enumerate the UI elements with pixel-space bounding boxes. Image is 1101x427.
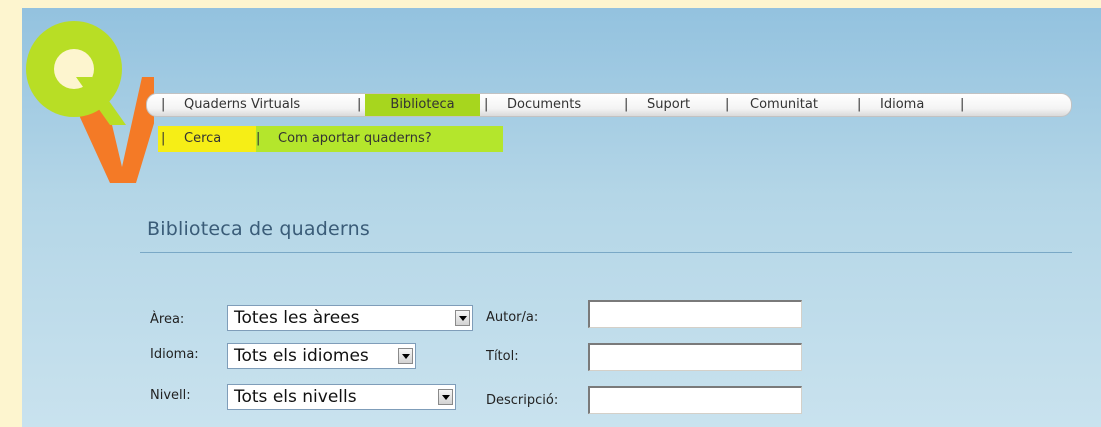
main-navigation: | Quaderns Virtuals | Biblioteca | Docum… <box>146 93 1072 117</box>
page-title: Biblioteca de quaderns <box>147 218 370 240</box>
subnav-item-cerca[interactable]: | Cerca <box>158 126 256 152</box>
nivell-label: Nivell: <box>150 388 191 403</box>
autor-label: Autor/a: <box>486 310 539 325</box>
chevron-down-icon[interactable] <box>455 310 470 326</box>
subnav-item-cerca-label: Cerca <box>184 131 222 146</box>
subnav-separator: | <box>161 131 166 146</box>
nav-separator: | <box>624 97 629 112</box>
nav-separator: | <box>725 97 730 112</box>
nav-item-quaderns-virtuals[interactable]: Quaderns Virtuals <box>184 94 300 116</box>
area-label: Àrea: <box>150 312 185 327</box>
subnav-item-com-aportar-label: Com aportar quaderns? <box>278 131 432 146</box>
nav-item-suport[interactable]: Suport <box>647 94 690 116</box>
chevron-down-icon[interactable] <box>438 389 453 405</box>
nav-separator: | <box>484 97 489 112</box>
nav-item-idioma[interactable]: Idioma <box>880 94 924 116</box>
titol-input[interactable] <box>588 343 802 371</box>
area-select-value: Totes les àrees <box>234 308 360 328</box>
titol-label: Títol: <box>486 349 519 364</box>
chevron-down-icon[interactable] <box>398 348 413 364</box>
area-select[interactable]: Totes les àrees <box>227 305 473 331</box>
nav-item-documents[interactable]: Documents <box>507 94 581 116</box>
subnav-item-com-aportar-quaderns[interactable]: | Com aportar quaderns? <box>256 126 503 152</box>
qv-logo-icon[interactable] <box>22 17 154 183</box>
nav-separator: | <box>161 97 166 112</box>
nivell-select[interactable]: Tots els nivells <box>227 384 456 410</box>
nav-item-biblioteca[interactable]: Biblioteca <box>365 94 480 116</box>
nav-separator: | <box>960 97 965 112</box>
idioma-select-value: Tots els idiomes <box>234 346 369 366</box>
nav-separator: | <box>357 97 362 112</box>
nivell-select-value: Tots els nivells <box>234 387 357 407</box>
nav-item-comunitat[interactable]: Comunitat <box>750 94 818 116</box>
title-divider <box>140 252 1072 253</box>
autor-input[interactable] <box>588 300 802 328</box>
descripcio-input[interactable] <box>588 386 802 414</box>
subnav-separator: | <box>256 131 261 146</box>
idioma-select[interactable]: Tots els idiomes <box>227 343 416 369</box>
descripcio-label: Descripció: <box>486 393 559 408</box>
idioma-label: Idioma: <box>150 347 199 362</box>
nav-separator: | <box>857 97 862 112</box>
